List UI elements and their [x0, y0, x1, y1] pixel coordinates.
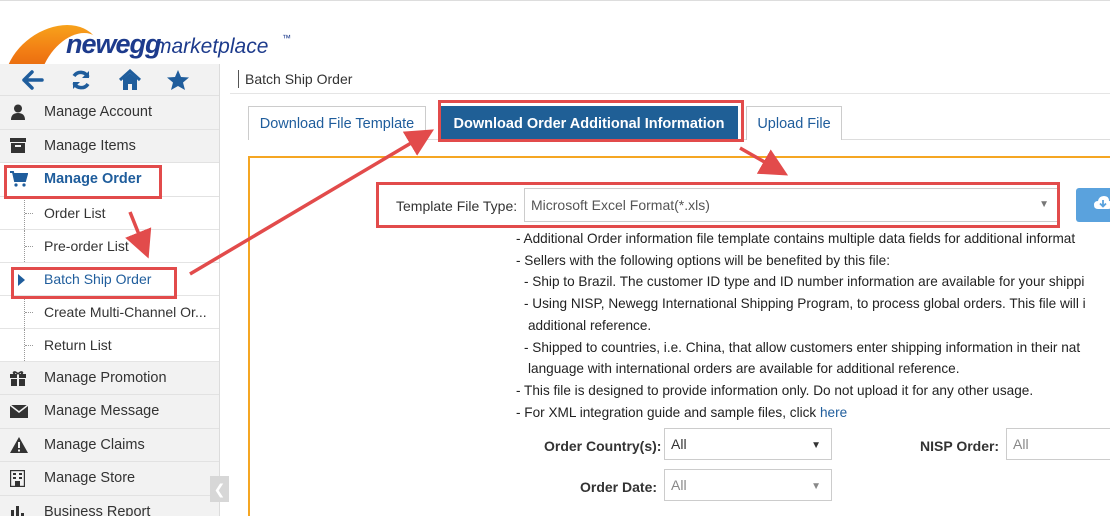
header-bar: newegg marketplace ™	[0, 0, 1110, 71]
note-line: language with international orders are a…	[528, 361, 960, 377]
note-line-xml: - For XML integration guide and sample f…	[516, 402, 1110, 424]
tab-label: Download Order Additional Information	[453, 115, 725, 132]
note-line: - This file is designed to provide infor…	[516, 382, 1034, 398]
sidebar-item-label: Manage Claims	[44, 436, 145, 453]
newegg-logo[interactable]: newegg marketplace ™	[6, 19, 294, 71]
page-title: Batch Ship Order	[245, 70, 353, 87]
sidebar-item-label: Business Report	[44, 503, 151, 516]
logo-tm: ™	[282, 33, 291, 43]
order-country-select[interactable]: All ▼	[664, 428, 832, 460]
sidebar-item-label: Manage Message	[44, 403, 160, 420]
sidebar-subitem-label: Create Multi-Channel Or...	[44, 303, 207, 320]
sidebar-collapse-button[interactable]: ❮	[210, 476, 229, 502]
tab-bar: Download File Template Download Order Ad…	[248, 106, 1110, 140]
sidebar-item-label: Manage Promotion	[44, 369, 167, 386]
download-button[interactable]	[1076, 188, 1110, 222]
sidebar-subitem-batch-ship-order[interactable]: Batch Ship Order	[0, 262, 219, 296]
breadcrumb-divider	[238, 69, 239, 88]
main-content: Batch Ship Order Download File Template …	[230, 64, 1110, 516]
sidebar-item-label: Manage Items	[44, 137, 136, 154]
breadcrumb: Batch Ship Order	[230, 64, 1110, 94]
sidebar-subitem-pre-order-list[interactable]: Pre-order List	[0, 229, 219, 263]
tab-label: Download File Template	[259, 115, 415, 132]
nisp-order-select[interactable]: All	[1006, 428, 1110, 460]
logo-brand: newegg	[66, 29, 162, 59]
sidebar-subitem-return-list[interactable]: Return List	[0, 328, 219, 362]
cloud-download-icon	[1094, 195, 1110, 215]
sidebar-item-manage-store[interactable]: Manage Store	[0, 462, 219, 496]
sidebar-subitem-order-list[interactable]: Order List	[0, 196, 219, 230]
chevron-down-icon: ▼	[811, 481, 821, 492]
chevron-down-icon: ▼	[811, 440, 821, 451]
order-country-label: Order Country(s):	[544, 438, 662, 454]
chevron-left-icon: ❮	[213, 480, 226, 497]
store-icon	[10, 469, 34, 487]
sidebar-item-manage-items[interactable]: Manage Items	[0, 129, 219, 163]
note-xml-text: - For XML integration guide and sample f…	[516, 404, 820, 420]
home-icon[interactable]	[118, 66, 166, 94]
note-line: - Ship to Brazil. The customer ID type a…	[524, 274, 1085, 290]
sidebar-subitem-label: Batch Ship Order	[44, 270, 152, 287]
sidebar-item-manage-account[interactable]: Manage Account	[0, 96, 219, 130]
sidebar-item-label: Manage Account	[44, 104, 153, 121]
xml-guide-link[interactable]: here	[820, 405, 847, 420]
sidebar-item-business-report[interactable]: Business Report	[0, 495, 219, 516]
sidebar-item-manage-message[interactable]: Manage Message	[0, 395, 219, 429]
tab-label: Upload File	[757, 115, 831, 132]
sidebar: Manage Account Manage Items Manage Order…	[0, 64, 229, 516]
sidebar-subitem-create-multi-channel-order[interactable]: Create Multi-Channel Or...	[0, 295, 219, 329]
warning-icon	[10, 436, 34, 453]
tab-panel: Template File Type: Microsoft Excel Form…	[248, 156, 1110, 516]
sidebar-toolbar	[0, 64, 219, 96]
caret-right-icon	[18, 273, 25, 286]
order-date-select[interactable]: All ▼	[664, 469, 832, 501]
gift-icon	[10, 370, 34, 386]
star-icon[interactable]	[166, 66, 214, 94]
order-country-value: All	[671, 436, 687, 452]
refresh-icon[interactable]	[70, 66, 118, 94]
nisp-order-value: All	[1013, 436, 1029, 452]
note-line: additional reference.	[528, 317, 652, 333]
sidebar-item-manage-claims[interactable]: Manage Claims	[0, 428, 219, 462]
sidebar-item-manage-promotion[interactable]: Manage Promotion	[0, 361, 219, 395]
cart-icon	[10, 171, 34, 187]
logo-suffix: marketplace	[154, 35, 269, 58]
bar-chart-icon	[10, 504, 34, 516]
sidebar-item-label: Manage Order	[44, 171, 142, 188]
envelope-icon	[10, 404, 34, 418]
tab-download-file-template[interactable]: Download File Template	[248, 106, 426, 140]
order-date-value: All	[671, 477, 687, 493]
tab-download-order-additional-information[interactable]: Download Order Additional Information	[440, 106, 738, 140]
sidebar-subitem-label: Pre-order List	[44, 237, 129, 254]
template-file-type-label: Template File Type:	[396, 198, 518, 214]
sidebar-subitem-label: Return List	[44, 336, 112, 353]
sidebar-item-label: Manage Store	[44, 470, 136, 487]
archive-icon	[10, 138, 34, 154]
sidebar-subitem-label: Order List	[44, 204, 106, 221]
template-file-type-select[interactable]: Microsoft Excel Format(*.xls) ▼	[524, 188, 1060, 222]
sidebar-item-manage-order[interactable]: Manage Order	[0, 163, 219, 197]
info-notes: - Additional Order information file temp…	[516, 228, 1110, 423]
note-line: - Additional Order information file temp…	[516, 231, 1076, 246]
note-line: - Shipped to countries, i.e. China, that…	[524, 339, 1081, 355]
nisp-order-label: NISP Order:	[920, 438, 1000, 454]
back-arrow-icon[interactable]	[22, 66, 70, 94]
template-file-type-value: Microsoft Excel Format(*.xls)	[531, 197, 710, 213]
user-icon	[10, 104, 34, 121]
tab-upload-file[interactable]: Upload File	[746, 106, 842, 140]
chevron-down-icon: ▼	[1039, 199, 1049, 210]
note-line: - Sellers with the following options wil…	[516, 252, 891, 268]
order-date-label: Order Date:	[580, 479, 658, 495]
note-line: - Using NISP, Newegg International Shipp…	[524, 296, 1086, 312]
